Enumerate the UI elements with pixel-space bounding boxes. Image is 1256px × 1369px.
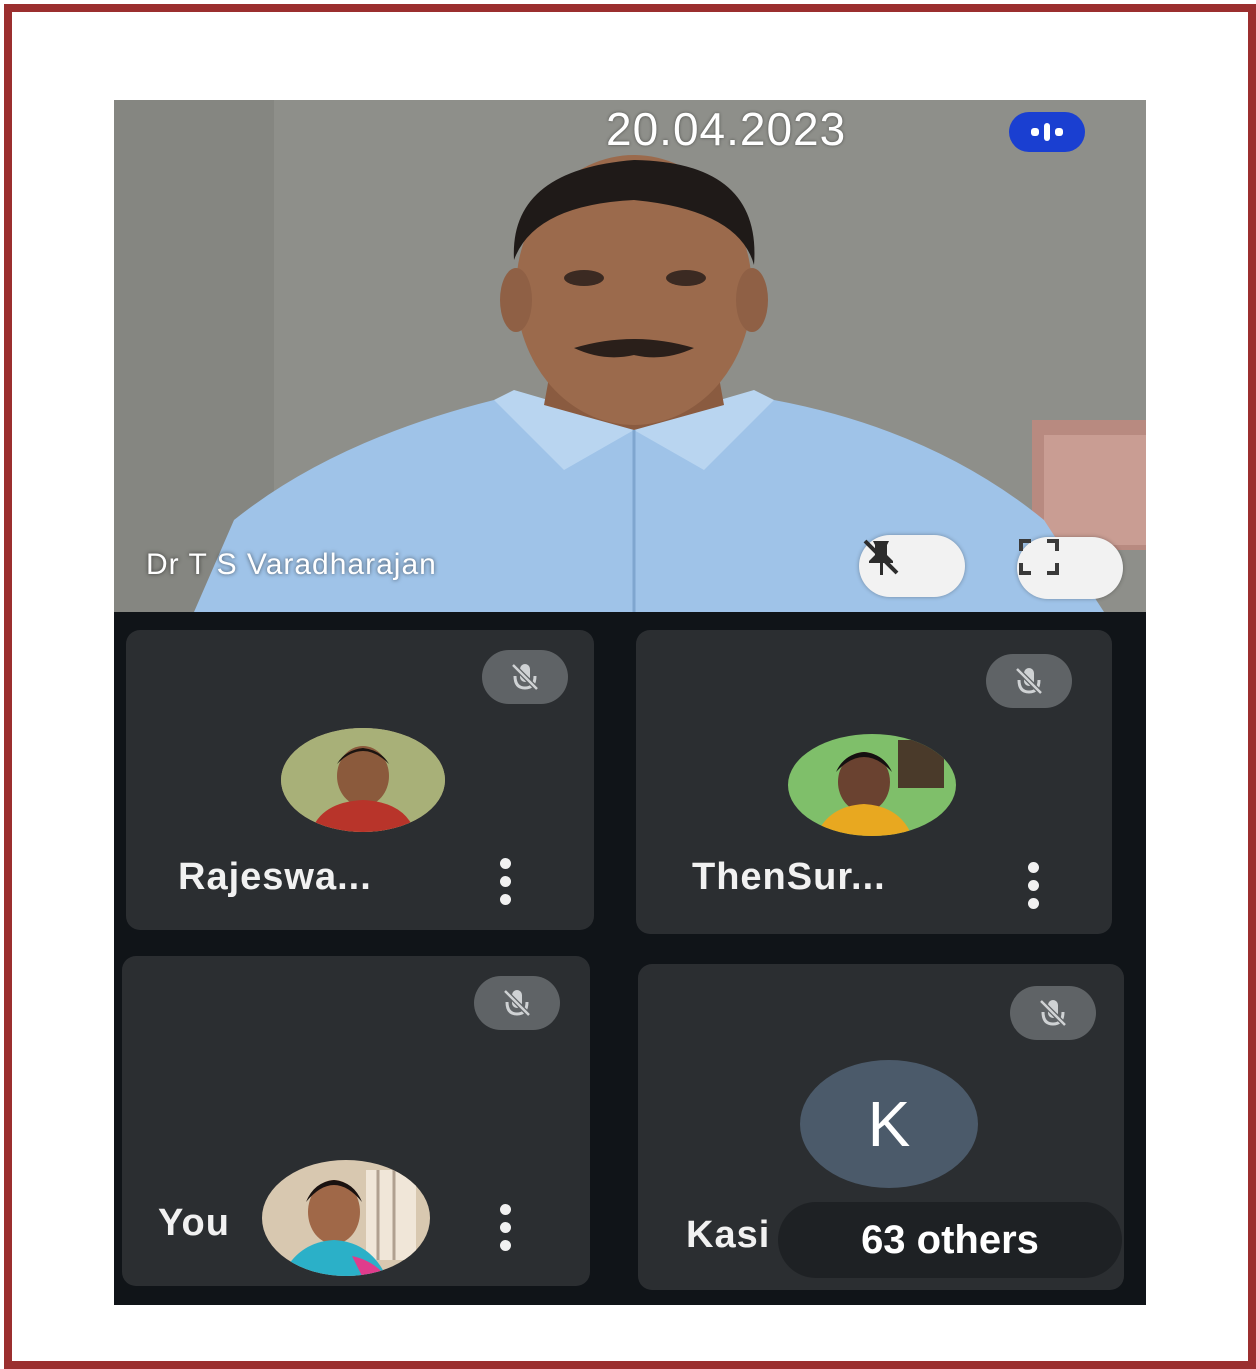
others-count-button[interactable]: 63 others [778,1202,1122,1278]
mic-off-icon [1010,986,1096,1040]
participant-tile[interactable]: You [122,956,590,1286]
mic-off-icon [986,654,1072,708]
meeting-date: 20.04.2023 [606,103,847,155]
participant-name: You [158,1202,230,1244]
participant-tile[interactable]: ThenSur... [636,630,1112,934]
participant-tile[interactable]: K Kasi 63 others [638,964,1124,1290]
participant-name: Kasi [686,1214,771,1256]
mic-off-icon [482,650,568,704]
fullscreen-button[interactable] [1017,537,1123,599]
record-indicator-icon [1009,112,1085,152]
participant-name: Rajeswa... [178,856,372,898]
initial-avatar: K [800,1060,978,1188]
mic-off-icon [474,976,560,1030]
more-options-icon[interactable] [1026,862,1040,909]
more-options-icon[interactable] [498,1204,512,1251]
meeting-screen: 20.04.2023 Dr T S Varadharajan Rajeswa..… [114,100,1146,1305]
main-speaker-tile[interactable]: 20.04.2023 Dr T S Varadharajan [114,100,1146,612]
unpin-icon [863,539,899,575]
more-options-icon[interactable] [498,858,512,905]
unpin-button[interactable] [859,535,965,597]
participant-tile[interactable]: Rajeswa... [126,630,594,930]
participant-name: ThenSur... [692,856,886,898]
avatar [262,1160,430,1276]
fullscreen-icon [1019,539,1059,575]
speaker-name-label: Dr T S Varadharajan [146,548,437,581]
speaker-video [114,100,1146,612]
avatar [281,728,445,832]
avatar [788,734,956,836]
